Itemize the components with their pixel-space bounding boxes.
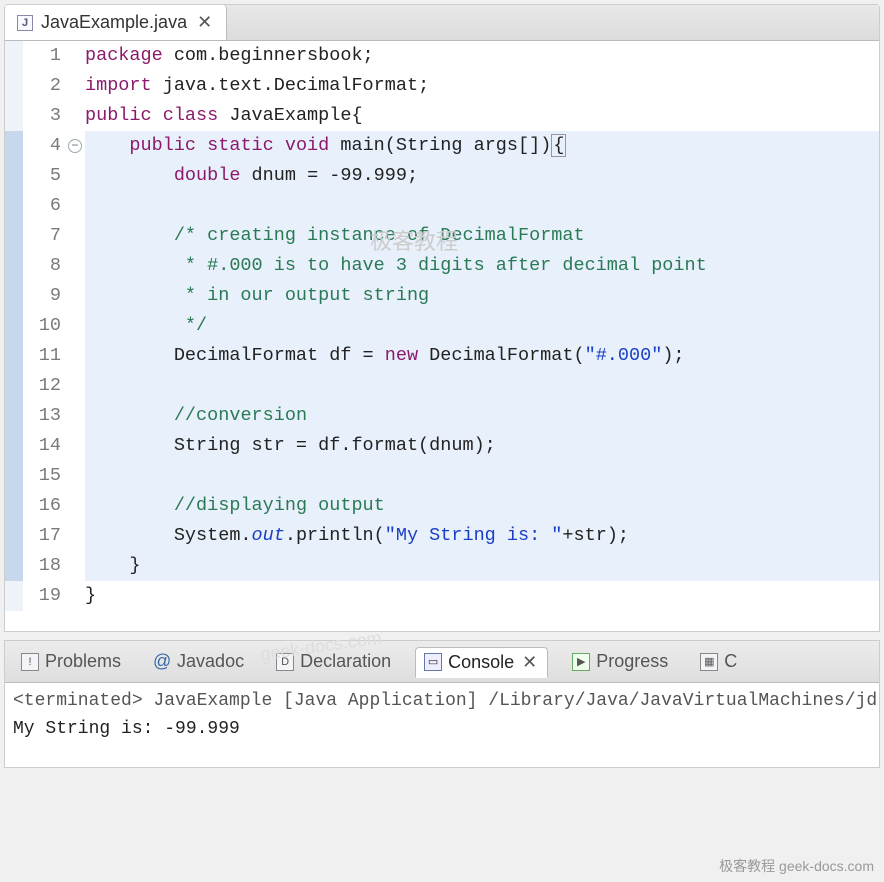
code-editor[interactable]: 12345678910111213141516171819 − package … — [5, 41, 879, 631]
console-icon: ▭ — [424, 653, 442, 671]
tab-javadoc[interactable]: @ Javadoc — [145, 647, 252, 676]
line-number: 17 — [23, 521, 61, 551]
line-number: 16 — [23, 491, 61, 521]
change-marker — [5, 131, 23, 581]
change-gutter — [5, 41, 23, 611]
code-line[interactable]: String str = df.format(dnum); — [85, 431, 879, 461]
bottom-pane: ! Problems @ Javadoc D Declaration ▭ Con… — [4, 640, 880, 768]
tab-declaration[interactable]: D Declaration — [268, 647, 399, 676]
code-line[interactable]: } — [85, 551, 879, 581]
line-number: 15 — [23, 461, 61, 491]
watermark: 极客教程 geek-docs.com — [719, 856, 874, 876]
bottom-tab-bar: ! Problems @ Javadoc D Declaration ▭ Con… — [5, 641, 879, 683]
fold-toggle-icon[interactable]: − — [68, 139, 82, 153]
tab-label: Console — [448, 652, 514, 673]
code-line[interactable]: * in our output string — [85, 281, 879, 311]
line-number: 13 — [23, 401, 61, 431]
line-number: 5 — [23, 161, 61, 191]
javadoc-icon: @ — [153, 653, 171, 671]
tab-problems[interactable]: ! Problems — [13, 647, 129, 676]
line-number: 18 — [23, 551, 61, 581]
code-line[interactable]: //conversion — [85, 401, 879, 431]
line-number: 3 — [23, 101, 61, 131]
code-line[interactable] — [85, 371, 879, 401]
editor-tab[interactable]: J JavaExample.java ✕ — [5, 5, 227, 40]
code-line[interactable] — [85, 191, 879, 221]
tab-label: C — [724, 651, 737, 672]
code-line[interactable]: DecimalFormat df = new DecimalFormat("#.… — [85, 341, 879, 371]
line-number-gutter: 12345678910111213141516171819 — [23, 41, 67, 611]
tab-label: Progress — [596, 651, 668, 672]
close-tab-icon[interactable]: ✕ — [520, 652, 539, 673]
extra-icon: ▦ — [700, 653, 718, 671]
declaration-icon: D — [276, 653, 294, 671]
line-number: 1 — [23, 41, 61, 71]
code-line[interactable]: public class JavaExample{ — [85, 101, 879, 131]
code-line[interactable]: */ — [85, 311, 879, 341]
line-number: 4 — [23, 131, 61, 161]
console-status: <terminated> JavaExample [Java Applicati… — [13, 687, 871, 715]
console-output[interactable]: <terminated> JavaExample [Java Applicati… — [5, 683, 879, 767]
editor-pane: J JavaExample.java ✕ 1234567891011121314… — [4, 4, 880, 632]
line-number: 8 — [23, 251, 61, 281]
code-line[interactable]: System.out.println("My String is: "+str)… — [85, 521, 879, 551]
editor-tab-bar: J JavaExample.java ✕ — [5, 5, 879, 41]
code-lines[interactable]: package com.beginnersbook;import java.te… — [85, 41, 879, 611]
line-number: 10 — [23, 311, 61, 341]
line-number: 7 — [23, 221, 61, 251]
tab-progress[interactable]: ▶ Progress — [564, 647, 676, 676]
progress-icon: ▶ — [572, 653, 590, 671]
problems-icon: ! — [21, 653, 39, 671]
line-number: 9 — [23, 281, 61, 311]
code-line[interactable]: import java.text.DecimalFormat; — [85, 71, 879, 101]
code-line[interactable]: double dnum = -99.999; — [85, 161, 879, 191]
line-number: 11 — [23, 341, 61, 371]
line-number: 6 — [23, 191, 61, 221]
console-line: My String is: -99.999 — [13, 715, 871, 743]
code-line[interactable]: * #.000 is to have 3 digits after decima… — [85, 251, 879, 281]
fold-gutter: − — [67, 41, 85, 611]
close-tab-icon[interactable]: ✕ — [195, 12, 214, 33]
line-number: 19 — [23, 581, 61, 611]
tab-label: Declaration — [300, 651, 391, 672]
line-number: 12 — [23, 371, 61, 401]
code-line[interactable]: package com.beginnersbook; — [85, 41, 879, 71]
tab-console[interactable]: ▭ Console ✕ — [415, 647, 548, 678]
line-number: 2 — [23, 71, 61, 101]
code-line[interactable]: //displaying output — [85, 491, 879, 521]
code-line[interactable]: } — [85, 581, 879, 611]
code-line[interactable]: /* creating instance of DecimalFormat — [85, 221, 879, 251]
tab-label: Problems — [45, 651, 121, 672]
line-number: 14 — [23, 431, 61, 461]
java-file-icon: J — [17, 15, 33, 31]
tab-filename: JavaExample.java — [41, 12, 187, 33]
tab-extra[interactable]: ▦ C — [692, 647, 745, 676]
code-line[interactable] — [85, 461, 879, 491]
tab-label: Javadoc — [177, 651, 244, 672]
code-line[interactable]: public static void main(String args[]){ — [85, 131, 879, 161]
